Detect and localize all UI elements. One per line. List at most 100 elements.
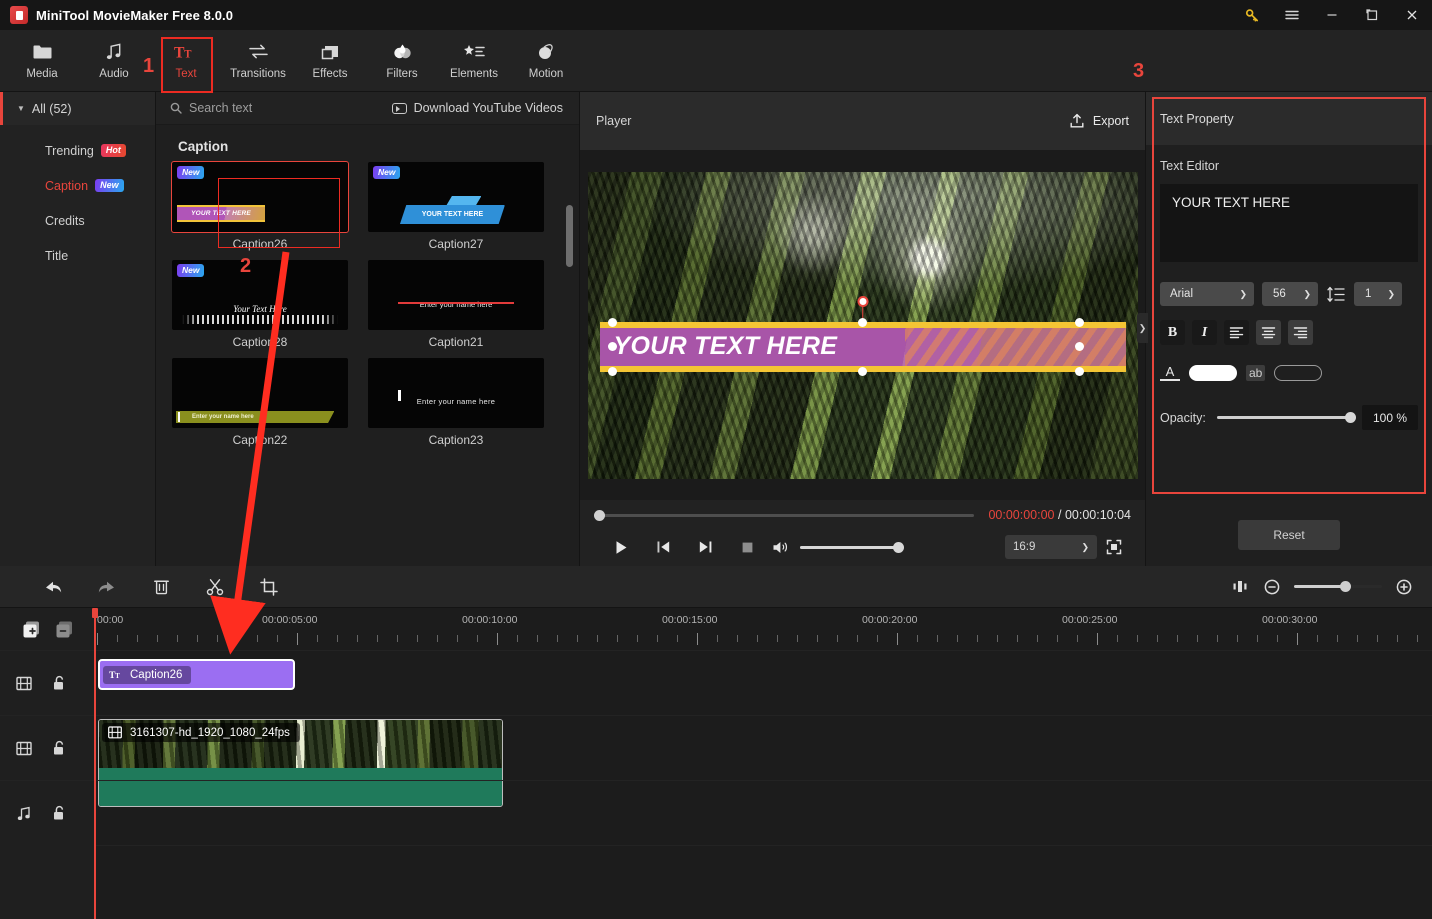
font-size-select[interactable]: 56 ❯ [1262,282,1318,306]
ruler-tick [1117,635,1118,642]
timeline-zoom-slider[interactable] [1294,581,1382,592]
fit-timeline-icon[interactable] [1230,577,1250,597]
seek-slider[interactable] [594,509,975,521]
timeline-track-video-1[interactable]: TT Caption26 [94,650,1432,715]
minimize-button[interactable] [1312,0,1352,30]
timeline-clip-caption26[interactable]: TT Caption26 [98,659,295,690]
search-input[interactable] [189,101,382,115]
reset-button[interactable]: Reset [1238,520,1340,550]
add-track-icon[interactable] [22,620,41,639]
italic-button[interactable]: I [1192,320,1217,345]
tab-filters[interactable]: Filters [366,33,438,89]
caption-tile-caption28[interactable]: New Your Text Here Caption28 [172,260,348,349]
caption-tile-caption22[interactable]: Enter your name here Caption22 [172,358,348,447]
volume-icon[interactable] [772,540,790,555]
timeline-playhead[interactable] [92,608,98,919]
text-editor-input[interactable] [1160,184,1418,262]
bold-button[interactable]: B [1160,320,1185,345]
resize-handle-tr[interactable] [1074,317,1084,327]
tab-media[interactable]: Media [6,33,78,89]
tab-motion[interactable]: Motion [510,33,582,89]
caption-grid-scrollbar[interactable] [566,205,573,267]
align-left-icon[interactable] [1224,320,1249,345]
sidebar-item-credits[interactable]: Credits [0,203,155,238]
caption-tile-caption27[interactable]: New YOUR TEXT HERE Caption27 [368,162,544,251]
player-title: Player [596,114,632,128]
timeline-ruler[interactable]: 00:00 00:00:05:00 00:00:10:00 00:00:15:0… [94,608,1432,650]
menu-hamburger-icon[interactable] [1272,0,1312,30]
resize-handle-tl[interactable] [607,317,617,327]
video-preview[interactable]: YOUR TEXT HERE [587,171,1138,479]
sidebar-item-title[interactable]: Title [0,238,155,273]
search-box[interactable] [170,101,382,115]
resize-handle-mr[interactable] [1074,341,1084,351]
volume-knob[interactable] [893,541,904,553]
resize-handle-bl[interactable] [607,366,617,376]
resize-handle-tc[interactable] [858,317,867,327]
volume-fill [800,545,900,549]
sidebar-item-trending[interactable]: Trending Hot [0,133,155,168]
crop-button[interactable] [242,571,296,603]
caption-tile-caption21[interactable]: Enter your name here Caption21 [368,260,544,349]
aspect-ratio-select[interactable]: 16:9 ❯ [1005,535,1097,559]
unlock-icon[interactable] [52,740,66,756]
delete-button[interactable] [134,571,188,603]
stop-button[interactable] [726,532,768,562]
resize-handle-bc[interactable] [858,366,867,376]
timeline-track-audio[interactable] [94,780,1432,845]
rotate-handle[interactable] [857,295,868,307]
previous-frame-button[interactable] [642,532,684,562]
align-right-icon[interactable] [1288,320,1313,345]
zoom-in-button[interactable] [1394,577,1414,597]
align-center-icon[interactable] [1256,320,1281,345]
caption-tile-caption23[interactable]: Enter your name here Caption23 [368,358,544,447]
ruler-label: 00:00:30:00 [1262,614,1318,626]
opacity-label: Opacity: [1160,410,1206,425]
tab-effects[interactable]: Effects [294,33,366,89]
remove-track-icon[interactable] [55,620,74,639]
font-color-swatch[interactable] [1189,365,1237,382]
volume-slider[interactable] [800,541,904,553]
zoom-out-button[interactable] [1262,577,1282,597]
text-overlay-selection[interactable]: YOUR TEXT HERE [599,295,1126,376]
unlock-icon[interactable] [52,805,66,821]
timeline-track-video-2[interactable]: 3161307-hd_1920_1080_24fps [94,715,1432,807]
text-overlay-band: YOUR TEXT HERE [599,321,1126,372]
maximize-button[interactable] [1352,0,1392,30]
resize-handle-ml[interactable] [607,341,617,351]
split-button[interactable] [188,571,242,603]
download-youtube-button[interactable]: Download YouTube Videos [391,101,563,115]
ruler-tick [1157,635,1158,642]
export-button[interactable]: Export [1069,113,1129,129]
next-frame-button[interactable] [684,532,726,562]
category-all[interactable]: ▼ All (52) [0,92,155,125]
play-button[interactable] [600,532,642,562]
unlock-icon[interactable] [52,675,66,691]
tab-transitions[interactable]: Transitions [222,33,294,89]
app-logo-icon [10,6,28,24]
font-family-select[interactable]: Arial ❯ [1160,282,1254,306]
line-height-select[interactable]: 1 ❯ [1354,282,1402,306]
timeline-track-empty[interactable] [94,845,1432,910]
timeline-tracks[interactable]: 00:00 00:00:05:00 00:00:10:00 00:00:15:0… [92,608,1432,919]
tab-audio[interactable]: Audio [78,33,150,89]
seek-knob[interactable] [594,509,605,521]
undo-button[interactable] [26,571,80,603]
tab-text[interactable]: TT Text [150,33,222,89]
fullscreen-button[interactable] [1097,532,1131,562]
opacity-slider[interactable] [1216,412,1356,424]
zoom-knob[interactable] [1340,581,1352,592]
reset-row: Reset [1146,520,1432,566]
redo-button[interactable] [80,571,134,603]
caption-tile-label: Caption21 [428,335,484,349]
opacity-knob[interactable] [1345,412,1356,424]
resize-handle-br[interactable] [1074,366,1084,376]
sidebar-item-caption[interactable]: Caption New [0,168,155,203]
sidebar-item-label: Trending [45,143,94,158]
panel-collapse-button[interactable]: ❯ [1137,313,1148,343]
tab-elements[interactable]: Elements [438,33,510,89]
close-button[interactable] [1392,0,1432,30]
caption-tile-caption26[interactable]: New YOUR TEXT HERE Caption26 [171,161,349,251]
outline-color-swatch[interactable] [1274,365,1323,382]
key-icon[interactable] [1232,0,1272,30]
